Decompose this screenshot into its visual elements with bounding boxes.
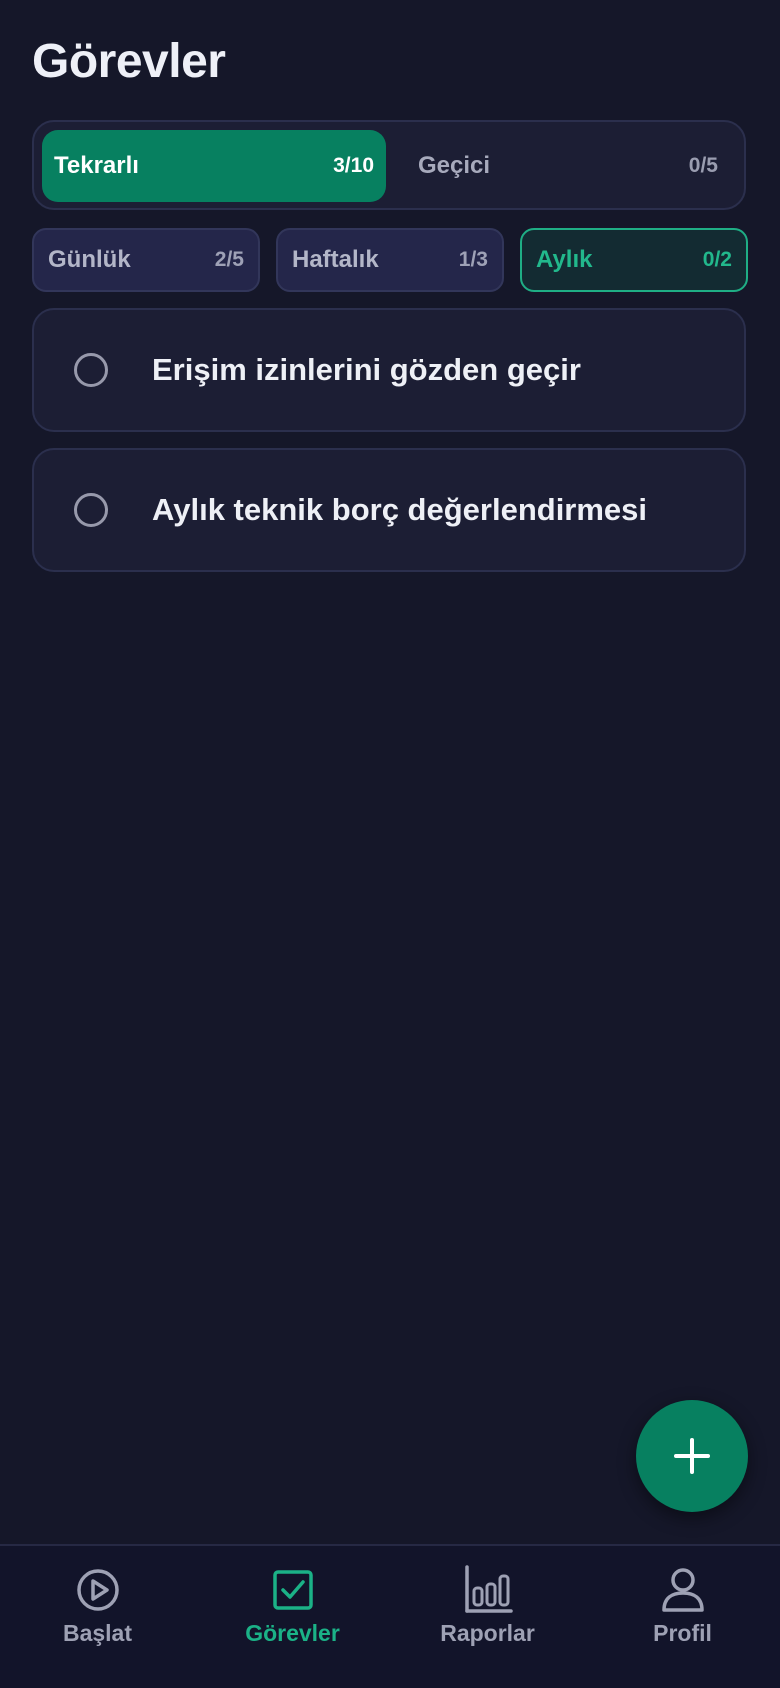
segment-count: 0/5 [688, 154, 718, 177]
period-label: Günlük [48, 246, 131, 273]
nav-item-raporlar[interactable]: Raporlar [390, 1564, 585, 1647]
period-count: 1/3 [458, 248, 488, 271]
nav-label: Görevler [245, 1620, 340, 1646]
period-filter-haftalik[interactable]: Haftalık 1/3 [276, 228, 504, 292]
period-count: 0/2 [702, 248, 732, 271]
user-icon [661, 1568, 704, 1612]
nav-item-baslat[interactable]: Başlat [0, 1564, 195, 1647]
task-card[interactable]: Erişim izinlerini gözden geçir [32, 308, 746, 432]
period-filter-gunluk[interactable]: Günlük 2/5 [32, 228, 260, 292]
period-label: Aylık [536, 246, 593, 273]
play-circle-icon [76, 1569, 119, 1611]
period-filter-aylik[interactable]: Aylık 0/2 [520, 228, 748, 292]
bottom-navigation: Başlat Görevler Raporlar Profil [0, 1544, 780, 1688]
add-task-button[interactable] [636, 1400, 748, 1512]
period-count: 2/5 [214, 248, 244, 271]
plus-icon [674, 1438, 710, 1474]
nav-item-profil[interactable]: Profil [585, 1564, 780, 1647]
task-checkbox[interactable] [74, 353, 108, 387]
segment-gecici[interactable]: Geçici 0/5 [394, 130, 738, 202]
task-title: Aylık teknik borç değerlendirmesi [152, 492, 648, 527]
nav-item-gorevler[interactable]: Görevler [195, 1564, 390, 1647]
task-card[interactable]: Aylık teknik borç değerlendirmesi [32, 448, 746, 572]
task-checkbox[interactable] [74, 493, 108, 527]
segment-tekrarli[interactable]: Tekrarlı 3/10 [42, 130, 386, 202]
segment-label: Geçici [418, 152, 491, 179]
checkbox-icon [272, 1570, 313, 1610]
bar-chart-icon [464, 1565, 513, 1613]
nav-label: Başlat [62, 1620, 133, 1646]
period-label: Haftalık [292, 246, 379, 273]
segment-label: Tekrarlı [54, 152, 139, 179]
task-title: Erişim izinlerini gözden geçir [152, 352, 581, 387]
nav-label: Profil [653, 1620, 712, 1646]
segment-count: 3/10 [333, 154, 374, 177]
nav-label: Raporlar [440, 1620, 535, 1646]
task-type-segmented-control: Tekrarlı 3/10 Geçici 0/5 [32, 120, 746, 210]
page-title: Görevler [32, 35, 226, 88]
